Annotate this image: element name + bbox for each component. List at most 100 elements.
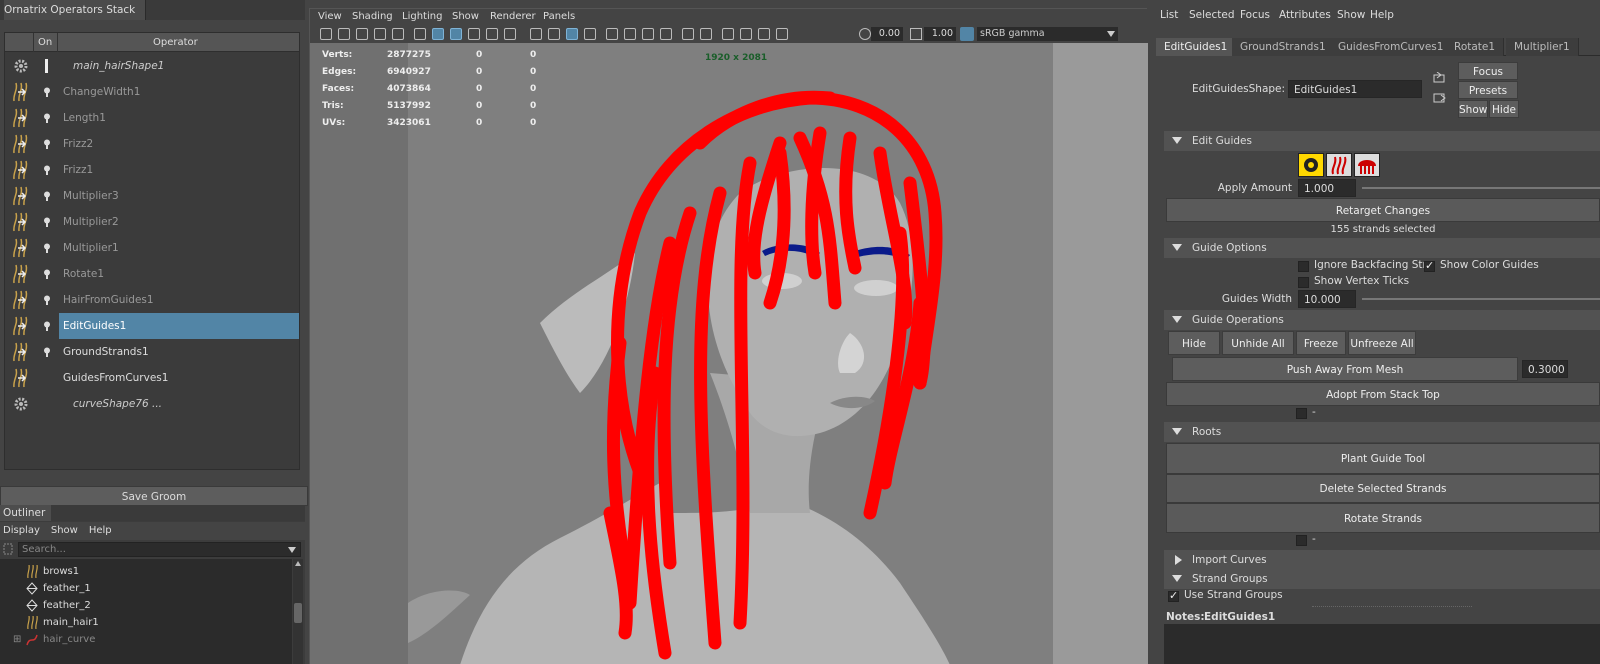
operator-row[interactable]: main_hairShape1 — [5, 53, 299, 79]
outliner-menu-help[interactable]: Help — [89, 522, 112, 540]
operator-row[interactable]: GroundStrands1 — [5, 339, 299, 365]
enabled-bulb-icon[interactable] — [43, 269, 51, 279]
section-import-curves[interactable]: Import Curves — [1164, 550, 1600, 570]
multisample-icon[interactable] — [660, 28, 672, 40]
color-space-select[interactable]: sRGB gamma — [977, 27, 1118, 41]
adopt-from-stack-top-button[interactable]: Adopt From Stack Top — [1166, 382, 1600, 406]
viewport-menu-renderer[interactable]: Renderer — [490, 9, 536, 25]
tab-multiplier1[interactable]: Multiplier1 — [1506, 38, 1579, 56]
grid-icon[interactable] — [414, 28, 426, 40]
enabled-bulb-icon[interactable] — [43, 217, 51, 227]
shape-name-field[interactable]: EditGuides1 — [1288, 80, 1422, 98]
operator-row[interactable]: Length1 — [5, 105, 299, 131]
wireframe-icon[interactable] — [530, 28, 542, 40]
presets-button[interactable]: Presets — [1458, 81, 1518, 99]
show-vertex-ticks-checkbox[interactable] — [1298, 277, 1309, 288]
column-on[interactable]: On — [38, 33, 52, 52]
column-operator[interactable]: Operator — [153, 33, 198, 52]
operator-row[interactable]: Multiplier2 — [5, 209, 299, 235]
viewport-scene[interactable]: Verts: 2877275 0 0 Edges: 6940927 0 0 Faces: 4073… — [310, 43, 1148, 664]
backface-icon[interactable] — [758, 28, 770, 40]
camera-attr-icon[interactable] — [338, 28, 350, 40]
section-guide-operations[interactable]: Guide Operations — [1164, 310, 1600, 330]
enabled-bulb-icon[interactable] — [43, 139, 51, 149]
viewport-menu-lighting[interactable]: Lighting — [402, 9, 442, 25]
output-connection-icon[interactable] — [1433, 92, 1447, 104]
operator-row[interactable]: Rotate1 — [5, 261, 299, 287]
retarget-changes-button[interactable]: Retarget Changes — [1166, 198, 1600, 222]
unhide-all-button[interactable]: Unhide All — [1222, 331, 1294, 355]
operator-row[interactable]: curveShape76 ... — [5, 391, 299, 417]
save-groom-button[interactable]: Save Groom — [0, 486, 308, 506]
gate-mask-icon[interactable] — [468, 28, 480, 40]
search-options-icon[interactable] — [2, 542, 14, 556]
attr-menu-attributes[interactable]: Attributes — [1279, 0, 1331, 30]
xray-icon[interactable] — [722, 28, 734, 40]
outliner-scrollbar[interactable] — [293, 559, 303, 664]
operator-row[interactable]: Multiplier1 — [5, 235, 299, 261]
smooth-shade-icon[interactable] — [548, 28, 560, 40]
outliner-search-input[interactable]: Search... — [18, 542, 301, 557]
guides-width-field[interactable]: 10.000 — [1298, 290, 1356, 308]
comb-tool-icon[interactable] — [1326, 153, 1352, 177]
plant-guide-tool-button[interactable]: Plant Guide Tool — [1166, 443, 1600, 474]
enabled-bulb-icon[interactable] — [43, 347, 51, 357]
outliner-item[interactable]: main_hair1 — [0, 614, 292, 631]
scroll-up-icon[interactable] — [295, 561, 301, 566]
outliner-item[interactable]: ⊞ hair_curve — [0, 631, 292, 648]
operator-row[interactable]: Frizz1 — [5, 157, 299, 183]
gamma-field[interactable]: 1.00 — [924, 27, 956, 41]
outliner-item[interactable]: brows1 — [0, 563, 292, 580]
operator-row[interactable]: ChangeWidth1 — [5, 79, 299, 105]
grease-pencil-icon[interactable] — [392, 28, 404, 40]
cut-tool-icon[interactable] — [1354, 153, 1380, 177]
enabled-bulb-icon[interactable] — [43, 321, 51, 331]
viewport-menu-shading[interactable]: Shading — [352, 9, 393, 25]
tab-groundstrands1[interactable]: GroundStrands1 — [1232, 38, 1335, 56]
depth-of-field-icon[interactable] — [682, 28, 694, 40]
show-color-guides-checkbox[interactable] — [1424, 259, 1435, 272]
attr-menu-selected[interactable]: Selected — [1189, 0, 1235, 30]
expand-icon[interactable]: ⊞ — [13, 631, 21, 648]
ambient-occlusion-icon[interactable] — [624, 28, 636, 40]
push-away-from-mesh-button[interactable]: Push Away From Mesh — [1172, 357, 1518, 381]
adopt-checkbox[interactable] — [1296, 408, 1307, 419]
camera-icon[interactable] — [320, 28, 332, 40]
hide-guides-button[interactable]: Hide — [1168, 331, 1220, 355]
rotate-strands-button[interactable]: Rotate Strands — [1166, 503, 1600, 533]
ignore-backfacing-checkbox[interactable] — [1298, 261, 1309, 272]
section-edit-guides[interactable]: Edit Guides — [1164, 131, 1600, 151]
apply-amount-slider[interactable] — [1362, 187, 1600, 189]
exposure-icon[interactable] — [776, 28, 788, 40]
film-gate-icon[interactable] — [432, 28, 444, 40]
operator-row[interactable]: Multiplier3 — [5, 183, 299, 209]
viewport-menu-view[interactable]: View — [318, 9, 342, 25]
safe-action-icon[interactable] — [504, 28, 516, 40]
section-guide-options[interactable]: Guide Options — [1164, 238, 1600, 258]
attr-menu-help[interactable]: Help — [1370, 0, 1394, 30]
notes-textarea[interactable] — [1164, 624, 1600, 664]
operator-row[interactable]: GuidesFromCurves1 — [5, 365, 299, 391]
lights-icon[interactable] — [584, 28, 596, 40]
tab-editguides1[interactable]: EditGuides1 — [1156, 38, 1237, 56]
motion-blur-icon[interactable] — [642, 28, 654, 40]
enabled-bulb-icon[interactable] — [43, 113, 51, 123]
attr-menu-show[interactable]: Show — [1337, 0, 1365, 30]
pan-icon[interactable] — [374, 28, 386, 40]
enabled-bulb-icon[interactable] — [43, 165, 51, 175]
field-chart-icon[interactable] — [486, 28, 498, 40]
exposure-field[interactable]: 0.00 — [871, 27, 903, 41]
outliner-item[interactable]: feather_2 — [0, 597, 292, 614]
tab-rotate1[interactable]: Rotate1 — [1446, 38, 1505, 56]
viewport-menu-show[interactable]: Show — [452, 9, 479, 25]
attr-menu-focus[interactable]: Focus — [1240, 0, 1270, 30]
scrollbar-thumb[interactable] — [294, 603, 302, 623]
chevron-down-icon[interactable] — [288, 547, 296, 553]
bookmark-icon[interactable] — [356, 28, 368, 40]
operator-row[interactable]: EditGuides1 — [5, 313, 299, 339]
textured-icon[interactable] — [566, 28, 578, 40]
focus-button[interactable]: Focus — [1458, 62, 1518, 80]
unfreeze-all-button[interactable]: Unfreeze All — [1348, 331, 1416, 355]
outliner-menu-show[interactable]: Show — [51, 522, 78, 540]
operator-row[interactable]: HairFromGuides1 — [5, 287, 299, 313]
